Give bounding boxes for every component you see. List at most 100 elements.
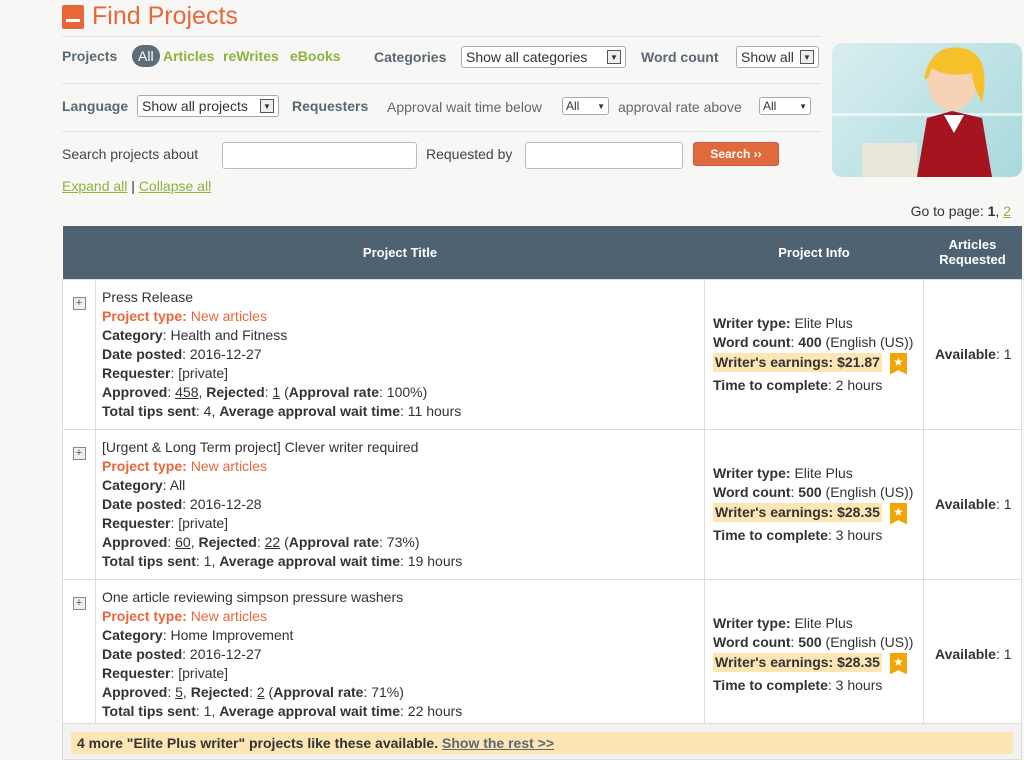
wait-label: Average approval wait time xyxy=(219,552,400,569)
writer-type-value: Elite Plus xyxy=(794,314,853,331)
tab-ebooks[interactable]: eBooks xyxy=(290,48,341,64)
page-title: Find Projects xyxy=(62,2,238,31)
earnings-value: $28.35 xyxy=(837,504,880,521)
rejected-label: Rejected xyxy=(198,533,257,550)
show-rest-link[interactable]: Show the rest >> xyxy=(442,735,554,751)
expand-plus-icon[interactable]: + xyxy=(72,296,86,310)
articles-requested-cell: Available: 1 xyxy=(923,428,1022,580)
requester-label: Requester xyxy=(102,664,171,681)
date-label: Date posted xyxy=(102,495,183,512)
language-value: (English (US)) xyxy=(825,483,914,500)
dropdown-arrow-icon: ▼ xyxy=(607,50,621,64)
approved-link[interactable]: 458 xyxy=(175,384,198,400)
type-label: Project type: xyxy=(102,307,187,324)
rejected-link[interactable]: 2 xyxy=(257,684,265,700)
writer-illustration xyxy=(832,43,1022,177)
project-title[interactable]: One article reviewing simpson pressure w… xyxy=(102,589,403,605)
tab-articles[interactable]: Articles xyxy=(163,48,214,64)
project-title-cell: Press Release Project type: New articles… xyxy=(95,278,705,430)
word-count-value: 400 xyxy=(798,333,822,350)
approval-rate-select[interactable]: All ▼ xyxy=(759,97,811,115)
project-info-cell: Writer type: Elite Plus Word count: 500 … xyxy=(704,578,924,730)
available-value: 1 xyxy=(1003,645,1012,662)
divider xyxy=(62,83,822,84)
categories-select[interactable]: Show all categories ▼ xyxy=(461,46,626,68)
type-label: Project type: xyxy=(102,457,187,474)
wait-label: Average approval wait time xyxy=(219,402,400,419)
category-label: Category xyxy=(102,326,163,343)
projects-table: Project Title Project Info Articles Reques… xyxy=(62,226,1022,730)
date-value: 2016-12-27 xyxy=(189,645,262,662)
approved-link[interactable]: 60 xyxy=(175,534,191,550)
earnings-highlight: Writer's earnings: $28.35 xyxy=(713,503,882,523)
approved-label: Approved xyxy=(102,683,168,700)
articles-requested-cell: Available: 1 xyxy=(923,578,1022,730)
writer-type-label: Writer type: xyxy=(713,614,791,631)
earnings-label: Writer's earnings: xyxy=(715,504,838,521)
tab-rewrites[interactable]: reWrites xyxy=(223,48,279,64)
word-count-select[interactable]: Show all ▼ xyxy=(736,46,819,68)
expand-collapse: Expand all | Collapse all xyxy=(62,178,211,194)
dropdown-arrow-icon: ▼ xyxy=(597,101,605,111)
language-value: (English (US)) xyxy=(825,333,914,350)
project-title[interactable]: [Urgent & Long Term project] Clever writ… xyxy=(102,439,418,455)
project-type: New articles xyxy=(190,457,267,474)
wait-value: 11 hours xyxy=(407,402,462,419)
available-label: Available xyxy=(935,345,996,362)
earnings-label: Writer's earnings: xyxy=(715,654,838,671)
requested-by-label: Requested by xyxy=(426,146,513,162)
header-project-title: Project Title xyxy=(95,226,705,279)
time-label: Time to complete xyxy=(713,676,828,693)
separator: | xyxy=(131,178,135,194)
approval-wait-select[interactable]: All ▼ xyxy=(562,97,609,115)
requested-by-input[interactable] xyxy=(525,142,683,169)
search-input[interactable] xyxy=(222,142,417,169)
requester-value: [private] xyxy=(178,664,229,681)
collapse-all-link[interactable]: Collapse all xyxy=(139,178,211,194)
earnings-highlight: Writer's earnings: $21.87 xyxy=(713,353,882,373)
expand-plus-icon[interactable]: + xyxy=(72,596,86,610)
wait-value: 22 hours xyxy=(407,702,463,719)
pagination: Go to page: 1, 2 xyxy=(910,203,1011,219)
tab-all[interactable]: All xyxy=(132,45,160,67)
category-label: Category xyxy=(102,476,163,493)
earnings-value: $28.35 xyxy=(837,654,880,671)
project-title[interactable]: Press Release xyxy=(102,289,193,305)
date-value: 2016-12-28 xyxy=(189,495,262,512)
expand-cell: + xyxy=(62,578,96,730)
project-type: New articles xyxy=(190,607,267,624)
rate-value: 73% xyxy=(386,533,415,550)
project-info-cell: Writer type: Elite Plus Word count: 500 … xyxy=(704,428,924,580)
approval-wait-value: All xyxy=(566,99,580,113)
notebook-pencil-icon xyxy=(62,4,84,29)
expand-plus-icon[interactable]: + xyxy=(72,446,86,460)
articles-requested-cell: Available: 1 xyxy=(923,278,1022,430)
rate-label: Approval rate xyxy=(288,533,380,550)
approved-link[interactable]: 5 xyxy=(175,684,183,700)
language-select[interactable]: Show all projects ▼ xyxy=(137,95,279,117)
time-label: Time to complete xyxy=(713,526,828,543)
more-projects-text: 4 more "Elite Plus writer" projects like… xyxy=(77,735,439,751)
approved-label: Approved xyxy=(102,383,168,400)
rejected-label: Rejected xyxy=(190,683,250,700)
tips-value: 4 xyxy=(203,402,212,419)
rejected-link[interactable]: 1 xyxy=(272,384,280,400)
approval-wait-label: Approval wait time below xyxy=(387,99,542,115)
available-label: Available xyxy=(935,495,996,512)
page-2-link[interactable]: 2 xyxy=(1003,203,1011,219)
search-button[interactable]: Search ›› xyxy=(693,142,779,166)
divider xyxy=(62,131,822,132)
writer-type-label: Writer type: xyxy=(713,314,791,331)
rejected-link[interactable]: 22 xyxy=(265,534,281,550)
star-bookmark-icon: ★ xyxy=(889,502,907,525)
more-projects-banner: 4 more "Elite Plus writer" projects like… xyxy=(62,723,1022,760)
expand-all-link[interactable]: Expand all xyxy=(62,178,127,194)
categories-label: Categories xyxy=(374,49,447,65)
approval-rate-value: All xyxy=(763,99,777,113)
project-title-cell: [Urgent & Long Term project] Clever writ… xyxy=(95,428,705,580)
language-label: Language xyxy=(62,98,129,114)
date-label: Date posted xyxy=(102,645,183,662)
word-count-value: 500 xyxy=(798,633,822,650)
star-bookmark-icon: ★ xyxy=(889,652,907,675)
requester-value: [private] xyxy=(178,364,229,381)
